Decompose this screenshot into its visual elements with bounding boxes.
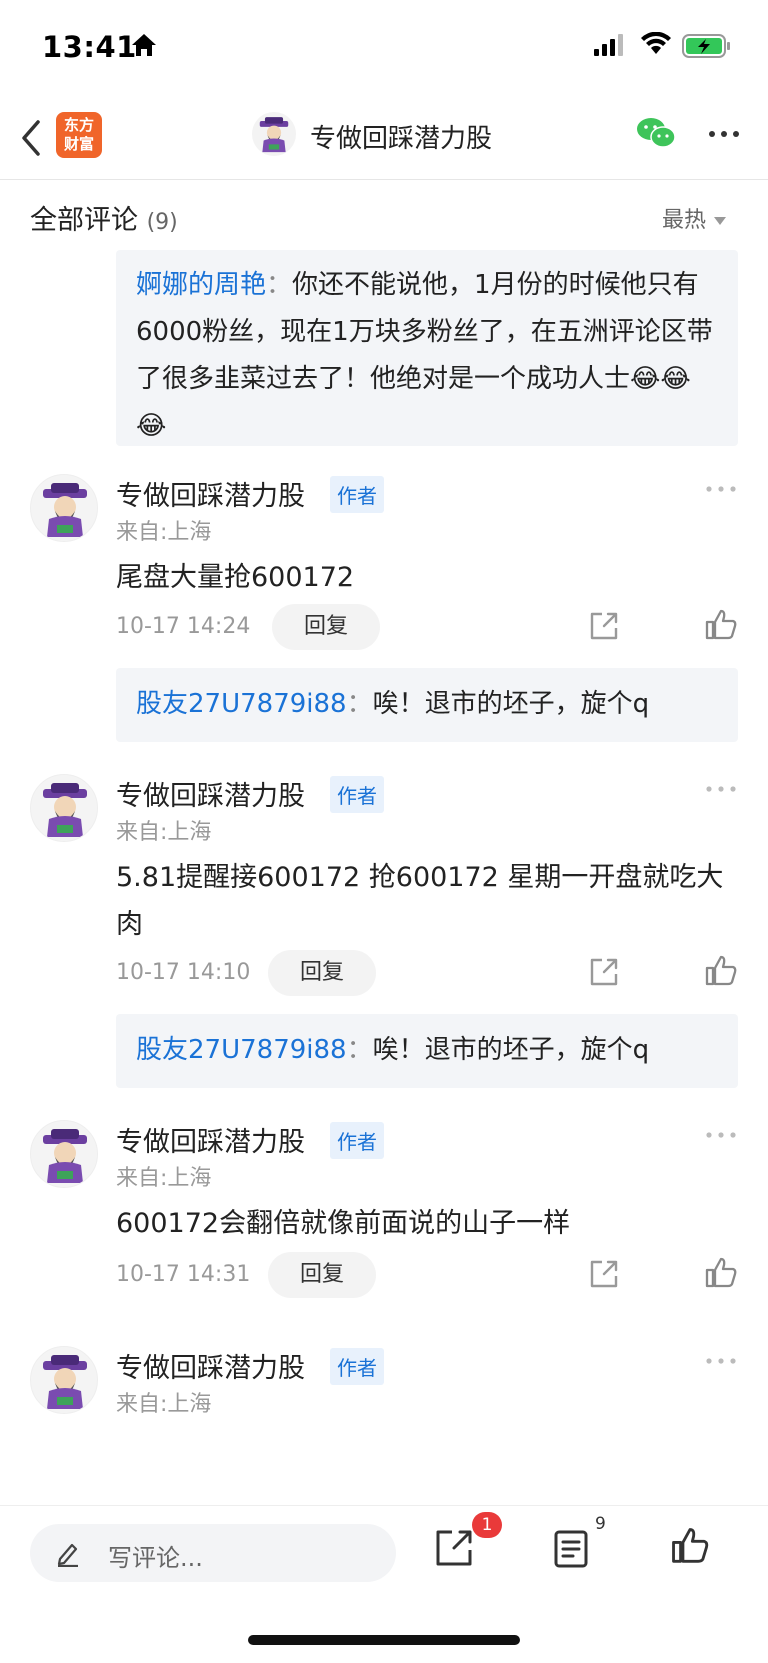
comment-location: 来自:上海: [116, 520, 212, 545]
avatar-figure-icon: [259, 117, 289, 153]
page-title: 专做回踩潜力股: [310, 124, 493, 154]
more-icon[interactable]: [706, 786, 736, 792]
wifi-icon: [641, 32, 671, 54]
comment-placeholder: 写评论...: [108, 1544, 203, 1572]
thumbs-up-icon[interactable]: [704, 954, 738, 988]
reply-button[interactable]: 回复: [272, 604, 380, 650]
more-icon[interactable]: [706, 1358, 736, 1364]
share-icon[interactable]: [588, 956, 620, 988]
bottom-toolbar: 写评论... 1 9: [0, 1505, 768, 1615]
author-badge: 作者: [330, 476, 384, 513]
share-icon[interactable]: [588, 1258, 620, 1290]
sub-reply-user[interactable]: 股友27U7879i88: [136, 689, 347, 719]
title-avatar: [252, 112, 296, 156]
avatar[interactable]: [30, 1120, 98, 1188]
quoted-colon: ：: [266, 270, 293, 300]
sub-reply[interactable]: 股友27U7879i88：唉！退市的坯子，旋个q: [116, 668, 738, 742]
reply-button[interactable]: 回复: [268, 950, 376, 996]
avatar-figure-icon: [43, 483, 87, 537]
status-bar: 13:41: [0, 0, 768, 96]
comments-header: 全部评论 (9) 最热: [0, 180, 768, 250]
comment-text: 5.81提醒接600172 抢600172 星期一开盘就吃大肉: [116, 862, 724, 940]
comment-author[interactable]: 专做回踩潜力股: [116, 1120, 305, 1159]
comment-author[interactable]: 专做回踩潜力股: [116, 1346, 305, 1385]
comment-text: 尾盘大量抢600172: [116, 562, 355, 593]
reply-button[interactable]: 回复: [268, 1252, 376, 1298]
app-logo[interactable]: 东方 财富: [56, 112, 102, 158]
comment-author[interactable]: 专做回踩潜力股: [116, 774, 305, 813]
comment-time: 10-17 14:10: [116, 960, 251, 985]
sub-reply-colon: ：: [346, 689, 373, 719]
pen-icon: [57, 1543, 78, 1567]
share-icon[interactable]: [588, 610, 620, 642]
sub-reply[interactable]: 股友27U7879i88：唉！退市的坯子，旋个q: [116, 1014, 738, 1088]
caret-down-icon: [714, 217, 727, 225]
thumbs-up-icon[interactable]: [670, 1526, 710, 1566]
comment-text: 600172会翻倍就像前面说的山子一样: [116, 1208, 571, 1239]
sort-dropdown[interactable]: 最热: [662, 202, 727, 234]
signal-icon: [594, 34, 623, 56]
avatar-figure-icon: [43, 783, 87, 837]
wechat-icon[interactable]: [636, 116, 676, 150]
author-badge: 作者: [330, 1122, 384, 1159]
comment-location: 来自:上海: [116, 1392, 212, 1417]
author-badge: 作者: [330, 1348, 384, 1385]
comment-list[interactable]: 婀娜的周艳：你还不能说他，1月份的时候他只有6000粉丝，现在1万块多粉丝了，在…: [0, 250, 768, 1505]
status-time: 13:41: [42, 30, 137, 64]
comment-time: 10-17 14:24: [116, 614, 251, 639]
share-icon[interactable]: [434, 1528, 474, 1568]
comment-count-badge: 9: [595, 1514, 606, 1534]
avatar[interactable]: [30, 474, 98, 542]
author-badge: 作者: [330, 776, 384, 813]
sub-reply-text: 唉！退市的坯子，旋个q: [372, 1035, 650, 1065]
more-icon[interactable]: [706, 1132, 736, 1138]
more-icon[interactable]: [708, 130, 740, 138]
avatar[interactable]: [30, 774, 98, 842]
sort-label: 最热: [662, 208, 707, 233]
quoted-reply[interactable]: 婀娜的周艳：你还不能说他，1月份的时候他只有6000粉丝，现在1万块多粉丝了，在…: [116, 250, 738, 446]
avatar-figure-icon: [43, 1355, 87, 1409]
comment-item: 专做回踩潜力股 作者 来自:上海 尾盘大量抢600172 10-17 14:24…: [0, 474, 768, 744]
comment-input[interactable]: 写评论...: [30, 1524, 396, 1582]
thumbs-up-icon[interactable]: [704, 608, 738, 642]
avatar[interactable]: [30, 1346, 98, 1414]
comment-item: 专做回踩潜力股 作者 来自:上海: [0, 1346, 768, 1505]
sub-reply-colon: ：: [346, 1035, 373, 1065]
more-icon[interactable]: [706, 486, 736, 492]
comment-item: 专做回踩潜力股 作者 来自:上海 600172会翻倍就像前面说的山子一样 10-…: [0, 1120, 768, 1310]
logo-line1: 东方: [63, 116, 94, 134]
comment-author[interactable]: 专做回踩潜力股: [116, 474, 305, 513]
quoted-user[interactable]: 婀娜的周艳: [136, 270, 266, 300]
comment-item: 专做回踩潜力股 作者 来自:上海 5.81提醒接600172 抢600172 星…: [0, 774, 768, 1094]
comment-list-icon[interactable]: [554, 1530, 588, 1568]
share-badge: 1: [472, 1512, 502, 1538]
nav-bar: 东方 财富 专做回踩潜力股: [0, 100, 768, 180]
logo-line2: 财富: [63, 135, 94, 153]
sub-reply-text: 唉！退市的坯子，旋个q: [372, 689, 650, 719]
comments-label: 全部评论 (9): [30, 198, 178, 237]
back-arrow-icon[interactable]: [18, 118, 44, 158]
sub-reply-user[interactable]: 股友27U7879i88: [136, 1035, 347, 1065]
comment-location: 来自:上海: [116, 820, 212, 845]
comment-time: 10-17 14:31: [116, 1262, 251, 1287]
battery-icon: [682, 34, 730, 58]
thumbs-up-icon[interactable]: [704, 1256, 738, 1290]
comments-title: 全部评论: [30, 205, 138, 236]
home-indicator[interactable]: [248, 1635, 520, 1645]
avatar-figure-icon: [43, 1129, 87, 1183]
comment-location: 来自:上海: [116, 1166, 212, 1191]
home-icon: [132, 34, 156, 56]
comments-count: (9): [146, 210, 178, 235]
